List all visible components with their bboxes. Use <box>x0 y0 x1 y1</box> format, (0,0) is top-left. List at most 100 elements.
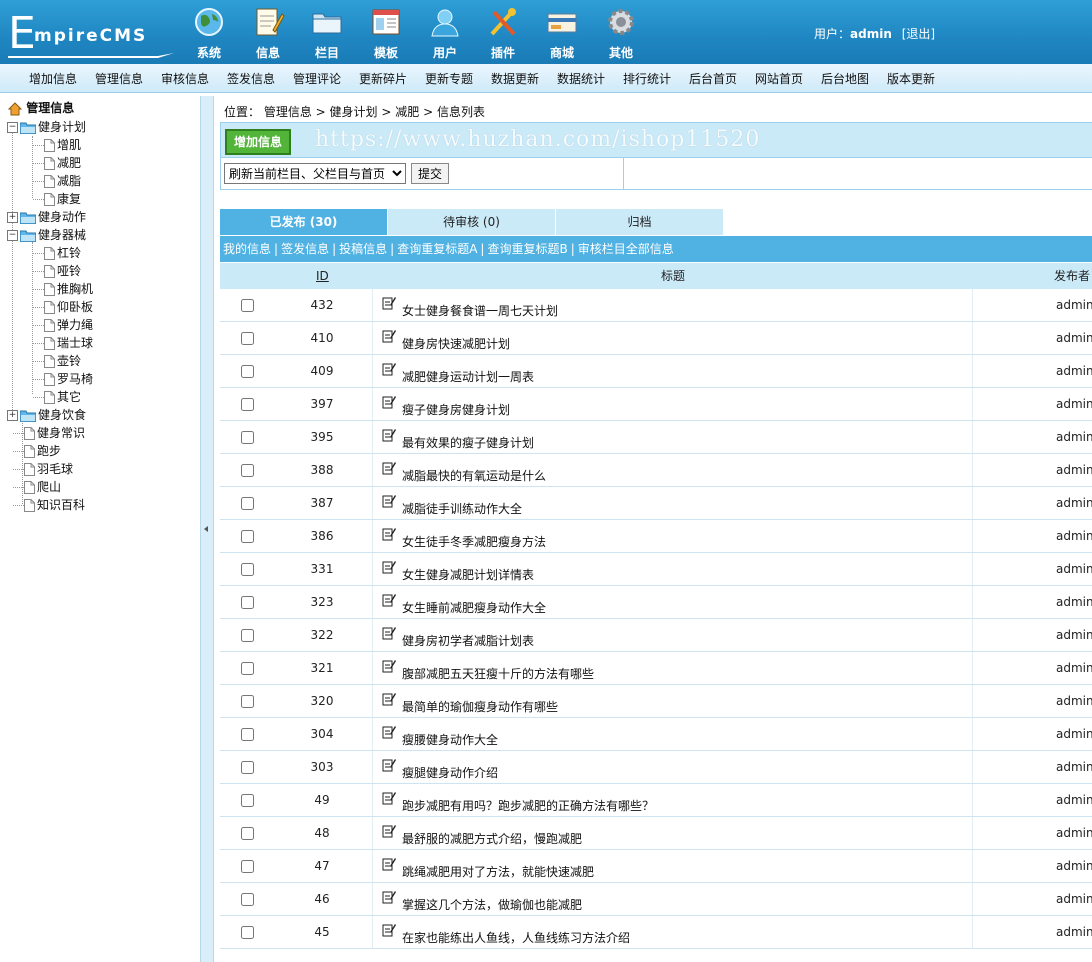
menu-shop[interactable]: 商城 <box>536 6 588 60</box>
row-checkbox[interactable] <box>241 728 254 741</box>
row-checkbox[interactable] <box>241 662 254 675</box>
tree-item[interactable]: 哑铃 <box>44 262 81 280</box>
tree-item[interactable]: 健身常识 <box>24 424 85 442</box>
row-title-link[interactable]: 女生睡前减肥瘦身动作大全 <box>402 599 546 616</box>
edit-icon[interactable] <box>382 791 396 805</box>
row-title-link[interactable]: 最有效果的瘦子健身计划 <box>402 434 534 451</box>
tree-item[interactable]: 跑步 <box>24 442 61 460</box>
edit-icon[interactable] <box>382 857 396 871</box>
row-title-link[interactable]: 瘦腰健身动作大全 <box>402 731 498 748</box>
edit-icon[interactable] <box>382 626 396 640</box>
tree-item[interactable]: 减肥 <box>44 154 81 172</box>
tree-item[interactable]: 推胸机 <box>44 280 93 298</box>
tree-item[interactable]: 减脂 <box>44 172 81 190</box>
nav-update-fragments[interactable]: 更新碎片 <box>359 70 407 87</box>
row-checkbox[interactable] <box>241 563 254 576</box>
menu-template[interactable]: 模板 <box>360 6 412 60</box>
menu-other[interactable]: 其他 <box>595 6 647 60</box>
tree-item[interactable]: 知识百科 <box>24 496 85 514</box>
nav-admin-map[interactable]: 后台地图 <box>821 70 869 87</box>
row-checkbox[interactable] <box>241 497 254 510</box>
row-title-link[interactable]: 掌握这几个方法，做瑜伽也能减肥 <box>402 896 582 913</box>
row-checkbox[interactable] <box>241 629 254 642</box>
row-checkbox[interactable] <box>241 695 254 708</box>
tree-item[interactable]: − 健身计划 <box>7 118 86 136</box>
tab-published[interactable]: 已发布 (30) <box>220 209 387 235</box>
tree-toggle[interactable]: + <box>7 410 18 421</box>
logout-link[interactable]: [退出] <box>902 27 935 41</box>
collapse-arrow-icon[interactable] <box>204 526 208 532</box>
row-checkbox[interactable] <box>241 794 254 807</box>
filter-submitted-info[interactable]: 投稿信息 <box>339 242 387 256</box>
tree-item[interactable]: 仰卧板 <box>44 298 93 316</box>
tree-item[interactable]: 壶铃 <box>44 352 81 370</box>
row-checkbox[interactable] <box>241 860 254 873</box>
row-checkbox[interactable] <box>241 398 254 411</box>
row-title-link[interactable]: 腹部减肥五天狂瘦十斤的方法有哪些 <box>402 665 594 682</box>
nav-ranking-stats[interactable]: 排行统计 <box>623 70 671 87</box>
filter-duplicate-a[interactable]: 查询重复标题A <box>397 242 477 256</box>
menu-plugin[interactable]: 插件 <box>477 6 529 60</box>
row-title-link[interactable]: 在家也能练出人鱼线，人鱼线练习方法介绍 <box>402 929 630 946</box>
tree-item[interactable]: + 健身动作 <box>7 208 86 226</box>
row-checkbox[interactable] <box>241 761 254 774</box>
row-title-link[interactable]: 跑步减肥有用吗？跑步减肥的正确方法有哪些？ <box>402 797 654 814</box>
filter-my-info[interactable]: 我的信息 <box>223 242 271 256</box>
nav-update-topics[interactable]: 更新专题 <box>425 70 473 87</box>
tree-toggle[interactable]: + <box>7 212 18 223</box>
menu-system[interactable]: 系统 <box>183 6 235 60</box>
tree-toggle[interactable]: − <box>7 122 18 133</box>
row-title-link[interactable]: 减脂徒手训练动作大全 <box>402 500 522 517</box>
row-title-link[interactable]: 最简单的瑜伽瘦身动作有哪些 <box>402 698 558 715</box>
nav-site-home[interactable]: 网站首页 <box>755 70 803 87</box>
row-title-link[interactable]: 女生健身减肥计划详情表 <box>402 566 534 583</box>
header-id[interactable]: ID <box>316 263 329 289</box>
panel-splitter[interactable] <box>200 96 214 962</box>
filter-duplicate-b[interactable]: 查询重复标题B <box>487 242 567 256</box>
edit-icon[interactable] <box>382 296 396 310</box>
edit-icon[interactable] <box>382 923 396 937</box>
row-title-link[interactable]: 健身房初学者减脂计划表 <box>402 632 534 649</box>
nav-admin-home[interactable]: 后台首页 <box>689 70 737 87</box>
empirecms-logo[interactable]: E mpireCMS <box>8 12 178 60</box>
edit-icon[interactable] <box>382 329 396 343</box>
row-title-link[interactable]: 最舒服的减肥方式介绍，慢跑减肥 <box>402 830 582 847</box>
menu-user[interactable]: 用户 <box>419 6 471 60</box>
row-title-link[interactable]: 女生徒手冬季减肥瘦身方法 <box>402 533 546 550</box>
tree-item[interactable]: − 健身器械 <box>7 226 86 244</box>
add-info-button[interactable]: 增加信息 <box>225 129 291 155</box>
tree-item[interactable]: 羽毛球 <box>24 460 73 478</box>
edit-icon[interactable] <box>382 890 396 904</box>
row-checkbox[interactable] <box>241 299 254 312</box>
row-checkbox[interactable] <box>241 365 254 378</box>
tree-toggle[interactable]: − <box>7 230 18 241</box>
breadcrumb-item[interactable]: 管理信息 <box>264 105 312 119</box>
nav-manage-info[interactable]: 管理信息 <box>95 70 143 87</box>
tree-item[interactable]: 增肌 <box>44 136 81 154</box>
edit-icon[interactable] <box>382 824 396 838</box>
row-checkbox[interactable] <box>241 332 254 345</box>
tree-item[interactable]: 杠铃 <box>44 244 81 262</box>
edit-icon[interactable] <box>382 659 396 673</box>
row-title-link[interactable]: 女士健身餐食谱一周七天计划 <box>402 302 558 319</box>
nav-data-stats[interactable]: 数据统计 <box>557 70 605 87</box>
refresh-scope-select[interactable]: 刷新当前栏目、父栏目与首页 <box>224 163 406 184</box>
tree-item[interactable]: 其它 <box>44 388 81 406</box>
submit-button[interactable]: 提交 <box>411 163 449 184</box>
breadcrumb-item[interactable]: 减肥 <box>395 105 419 119</box>
menu-column[interactable]: 栏目 <box>301 6 353 60</box>
row-title-link[interactable]: 瘦子健身房健身计划 <box>402 401 510 418</box>
nav-review-info[interactable]: 审核信息 <box>161 70 209 87</box>
edit-icon[interactable] <box>382 593 396 607</box>
nav-add-info[interactable]: 增加信息 <box>29 70 77 87</box>
tree-item[interactable]: 弹力绳 <box>44 316 93 334</box>
row-checkbox[interactable] <box>241 431 254 444</box>
tab-pending[interactable]: 待审核 (0) <box>388 209 555 235</box>
edit-icon[interactable] <box>382 395 396 409</box>
filter-signed-info[interactable]: 签发信息 <box>281 242 329 256</box>
row-title-link[interactable]: 减肥健身运动计划一周表 <box>402 368 534 385</box>
edit-icon[interactable] <box>382 758 396 772</box>
row-checkbox[interactable] <box>241 827 254 840</box>
nav-sign-info[interactable]: 签发信息 <box>227 70 275 87</box>
menu-info[interactable]: 信息 <box>242 6 294 60</box>
